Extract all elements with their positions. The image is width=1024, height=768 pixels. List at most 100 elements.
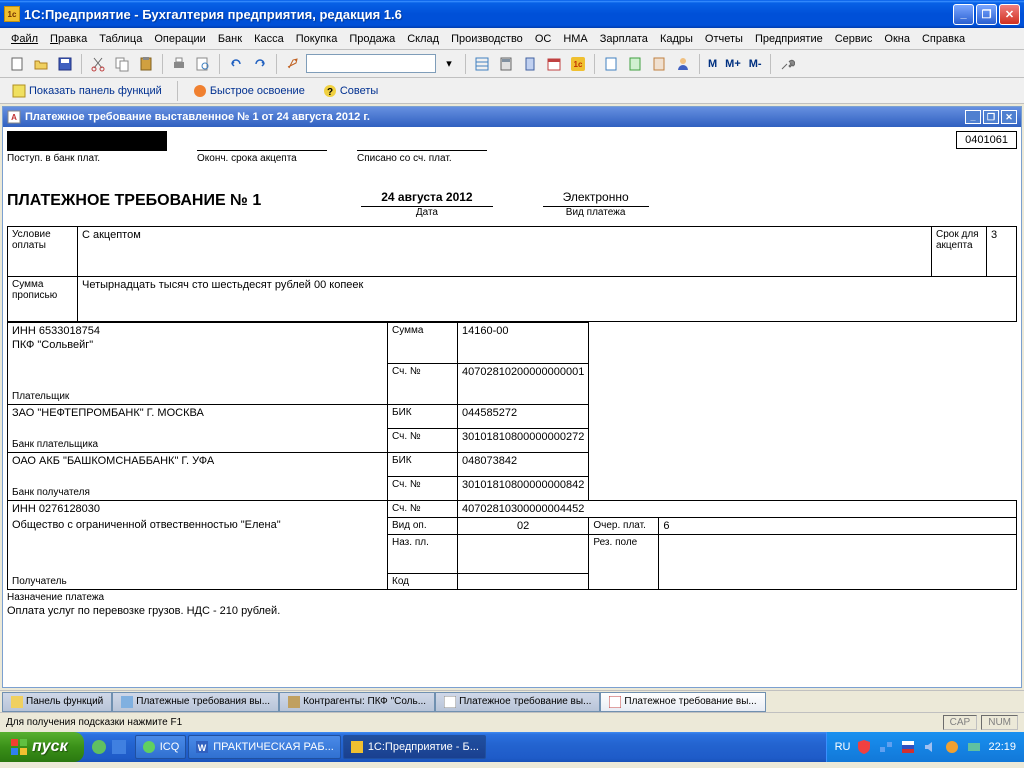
undo-icon[interactable] — [225, 53, 247, 75]
grid-icon[interactable] — [471, 53, 493, 75]
menu-enterprise[interactable]: Предприятие — [750, 31, 828, 47]
print-icon[interactable] — [168, 53, 190, 75]
copy-icon[interactable] — [111, 53, 133, 75]
m-label[interactable]: M — [705, 58, 720, 70]
paste-icon[interactable] — [135, 53, 157, 75]
menu-help[interactable]: Справка — [917, 31, 970, 47]
show-panel-link[interactable]: Показать панель функций — [6, 82, 168, 100]
menu-edit[interactable]: Правка — [45, 31, 92, 47]
doc-minimize-button[interactable]: _ — [965, 110, 981, 124]
task-1c[interactable]: 1С:Предприятие - Б... — [343, 735, 486, 759]
doc-maximize-button[interactable]: ❐ — [983, 110, 999, 124]
statusbar: Для получения подсказки нажмите F1 CAP N… — [0, 712, 1024, 732]
1c-help-icon[interactable]: 1с — [567, 53, 589, 75]
purpose-label: Назначение платежа — [7, 592, 1017, 603]
bank2-name: ОАО АКБ "БАШКОМСНАББАНК" Г. УФА — [12, 455, 383, 467]
ql-icon-2[interactable] — [110, 738, 128, 756]
menu-operations[interactable]: Операции — [149, 31, 210, 47]
menu-windows[interactable]: Окна — [879, 31, 915, 47]
minimize-button[interactable]: _ — [953, 4, 974, 25]
doc-date: 24 августа 2012 — [361, 190, 492, 207]
redo-icon[interactable] — [249, 53, 271, 75]
nav-icon[interactable] — [519, 53, 541, 75]
search-input[interactable] — [306, 54, 436, 73]
tray-flag-icon[interactable] — [900, 739, 916, 755]
calendar-icon[interactable] — [543, 53, 565, 75]
written-off-label: Списано со сч. плат. — [357, 151, 487, 164]
tray-net-icon[interactable] — [878, 739, 894, 755]
document-title: Платежное требование выставленное № 1 от… — [25, 111, 963, 123]
start-button[interactable]: пуск — [0, 732, 84, 762]
user-icon[interactable] — [672, 53, 694, 75]
vid-op-label: Вид оп. — [388, 518, 458, 535]
doc1-icon[interactable] — [600, 53, 622, 75]
svg-text:A: A — [11, 113, 17, 122]
preview-icon[interactable] — [192, 53, 214, 75]
menu-file[interactable]: Файл — [6, 31, 43, 47]
clock[interactable]: 22:19 — [988, 741, 1016, 753]
kod-label: Код — [388, 574, 458, 590]
menu-reports[interactable]: Отчеты — [700, 31, 748, 47]
sum-value: 14160-00 — [458, 323, 589, 364]
task-word[interactable]: W ПРАКТИЧЕСКАЯ РАБ... — [188, 735, 341, 759]
window-titlebar: 1с 1С:Предприятие - Бухгалтерия предприя… — [0, 0, 1024, 28]
payer-acct-value: 40702810200000000001 — [458, 364, 589, 405]
condition-label: Условие оплаты — [8, 227, 78, 277]
tab-payment-list[interactable]: Платежные требования вы... — [112, 692, 279, 712]
tools-icon[interactable] — [776, 53, 798, 75]
menu-service[interactable]: Сервис — [830, 31, 878, 47]
lang-indicator[interactable]: RU — [835, 741, 851, 753]
tab-payment-doc1[interactable]: Платежное требование вы... — [435, 692, 600, 712]
tray-shield-icon[interactable] — [856, 739, 872, 755]
bik2-label: БИК — [388, 453, 458, 477]
task-icq[interactable]: ICQ — [135, 735, 187, 759]
m-minus-label[interactable]: M- — [746, 58, 765, 70]
doc-close-button[interactable]: ✕ — [1001, 110, 1017, 124]
rez-label: Рез. поле — [589, 535, 659, 590]
m-plus-label[interactable]: M+ — [722, 58, 744, 70]
menu-bank[interactable]: Банк — [213, 31, 247, 47]
menu-purchase[interactable]: Покупка — [291, 31, 343, 47]
accept-term-value: 3 — [987, 227, 1017, 277]
menu-production[interactable]: Производство — [446, 31, 528, 47]
quick-start-link[interactable]: Быстрое освоение — [187, 82, 311, 100]
payer-name: ПКФ "Сольвейг" — [12, 339, 383, 351]
maximize-button[interactable]: ❐ — [976, 4, 997, 25]
order-label: Очер. плат. — [589, 518, 659, 535]
menu-table[interactable]: Таблица — [94, 31, 147, 47]
menu-os[interactable]: ОС — [530, 31, 557, 47]
svg-text:1с: 1с — [574, 60, 583, 69]
doc3-icon[interactable] — [648, 53, 670, 75]
close-button[interactable]: ✕ — [999, 4, 1020, 25]
cut-icon[interactable] — [87, 53, 109, 75]
tray-misc2-icon[interactable] — [966, 739, 982, 755]
open-icon[interactable] — [30, 53, 52, 75]
menu-salary[interactable]: Зарплата — [595, 31, 653, 47]
menu-hr[interactable]: Кадры — [655, 31, 698, 47]
accept-end-label: Оконч. срока акцепта — [197, 151, 327, 164]
menu-cash[interactable]: Касса — [249, 31, 289, 47]
doc2-icon[interactable] — [624, 53, 646, 75]
ql-icon-1[interactable] — [90, 738, 108, 756]
vid-op-value: 02 — [458, 518, 589, 535]
find-icon[interactable] — [282, 53, 304, 75]
menu-sale[interactable]: Продажа — [344, 31, 400, 47]
search-dropdown-icon[interactable]: ▾ — [438, 53, 460, 75]
tray-misc-icon[interactable] — [944, 739, 960, 755]
sum-words-label: Сумма прописью — [8, 277, 78, 322]
tab-contractors[interactable]: Контрагенты: ПКФ "Соль... — [279, 692, 435, 712]
sum-label: Сумма — [388, 323, 458, 364]
tray-vol-icon[interactable] — [922, 739, 938, 755]
save-icon[interactable] — [54, 53, 76, 75]
menu-warehouse[interactable]: Склад — [402, 31, 444, 47]
tips-link[interactable]: ? Советы — [317, 82, 384, 100]
form-title: ПЛАТЕЖНОЕ ТРЕБОВАНИЕ № 1 — [7, 192, 261, 210]
condition-value: С акцептом — [78, 227, 932, 277]
recv-acct-value: 40702810300000004452 — [458, 501, 1017, 518]
bank1-acct-value: 30101810800000000272 — [458, 429, 589, 453]
calc-icon[interactable] — [495, 53, 517, 75]
menu-nma[interactable]: НМА — [558, 31, 592, 47]
tab-payment-doc2[interactable]: Платежное требование вы... — [600, 692, 765, 712]
new-icon[interactable] — [6, 53, 28, 75]
tab-panel-functions[interactable]: Панель функций — [2, 692, 112, 712]
